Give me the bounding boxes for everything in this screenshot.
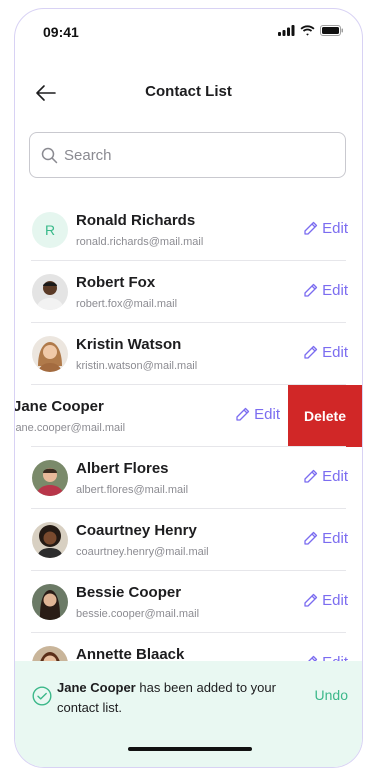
contact-row[interactable]: Kristin Watson kristin.watson@mail.mail … <box>15 323 362 385</box>
contact-row[interactable]: Albert Flores albert.flores@mail.mail Ed… <box>15 447 362 509</box>
edit-button[interactable]: Edit <box>303 344 348 361</box>
search-input[interactable] <box>62 133 336 178</box>
contact-name: Robert Fox <box>76 274 156 291</box>
pencil-icon <box>304 593 318 607</box>
avatar-photo <box>32 336 68 372</box>
contact-row-swiped[interactable]: Jane Cooper jane.cooper@mail.mail Edit D… <box>15 385 362 447</box>
edit-button[interactable]: Edit <box>303 220 348 237</box>
contact-list: R Ronald Richards ronald.richards@mail.m… <box>15 199 362 695</box>
status-bar: 09:41 <box>15 9 362 53</box>
avatar-photo <box>32 274 68 310</box>
toast-message: Jane Cooper has been added to your conta… <box>57 678 297 718</box>
edit-button[interactable]: Edit <box>303 282 348 299</box>
battery-icon <box>320 25 343 36</box>
avatar <box>32 460 68 496</box>
contact-row[interactable]: Coaurtney Henry coaurtney.henry@mail.mai… <box>15 509 362 571</box>
avatar-photo <box>32 584 68 620</box>
contact-email: bessie.cooper@mail.mail <box>76 608 200 620</box>
contact-name: Kristin Watson <box>76 336 182 353</box>
avatar-photo <box>32 460 68 496</box>
avatar <box>32 336 68 372</box>
home-indicator <box>128 747 252 751</box>
contact-email: robert.fox@mail.mail <box>76 298 178 310</box>
contact-name: Coaurtney Henry <box>76 522 197 539</box>
avatar <box>32 584 68 620</box>
contact-row[interactable]: Robert Fox robert.fox@mail.mail Edit <box>15 261 362 323</box>
contact-row[interactable]: R Ronald Richards ronald.richards@mail.m… <box>15 199 362 261</box>
contact-email: coaurtney.henry@mail.mail <box>76 546 209 558</box>
wifi-icon <box>300 25 315 36</box>
status-icons <box>278 25 344 36</box>
contact-name: Jane Cooper <box>14 398 104 415</box>
edit-label: Edit <box>322 282 348 299</box>
toast-notification: Jane Cooper has been added to your conta… <box>15 661 362 767</box>
edit-label: Edit <box>322 344 348 361</box>
toast-contact-name: Jane Cooper <box>57 680 136 695</box>
page-title: Contact List <box>145 83 232 100</box>
contact-email: albert.flores@mail.mail <box>76 484 189 496</box>
contact-email: kristin.watson@mail.mail <box>76 360 198 372</box>
pencil-icon <box>236 407 250 421</box>
contact-name: Ronald Richards <box>76 212 196 229</box>
contact-email: jane.cooper@mail.mail <box>14 422 126 434</box>
avatar <box>32 522 68 558</box>
edit-label: Edit <box>322 468 348 485</box>
pencil-icon <box>304 469 318 483</box>
pencil-icon <box>304 345 318 359</box>
edit-label: Edit <box>322 592 348 609</box>
avatar-photo <box>32 522 68 558</box>
delete-button[interactable]: Delete <box>288 385 362 447</box>
pencil-icon <box>304 221 318 235</box>
signal-icon <box>278 25 295 36</box>
edit-label: Edit <box>254 406 280 423</box>
edit-label: Edit <box>322 220 348 237</box>
contact-name: Bessie Cooper <box>76 584 182 601</box>
avatar: R <box>32 212 68 248</box>
edit-button[interactable]: Edit <box>235 406 280 423</box>
edit-label: Edit <box>322 530 348 547</box>
contact-email: ronald.richards@mail.mail <box>76 236 204 248</box>
avatar-initial: R <box>44 222 56 238</box>
status-time: 09:41 <box>43 24 79 40</box>
check-circle-icon <box>32 686 52 706</box>
avatar <box>32 274 68 310</box>
header: Contact List <box>15 75 362 111</box>
undo-button[interactable]: Undo <box>315 687 348 703</box>
search-icon <box>41 147 58 164</box>
contact-name: Albert Flores <box>76 460 169 477</box>
contact-row[interactable]: Bessie Cooper bessie.cooper@mail.mail Ed… <box>15 571 362 633</box>
edit-button[interactable]: Edit <box>303 468 348 485</box>
phone-frame: 09:41 Contact List Search R Ronald Richa… <box>14 8 363 768</box>
edit-button[interactable]: Edit <box>303 530 348 547</box>
edit-button[interactable]: Edit <box>303 592 348 609</box>
pencil-icon <box>304 531 318 545</box>
search-field[interactable] <box>29 132 346 178</box>
pencil-icon <box>304 283 318 297</box>
